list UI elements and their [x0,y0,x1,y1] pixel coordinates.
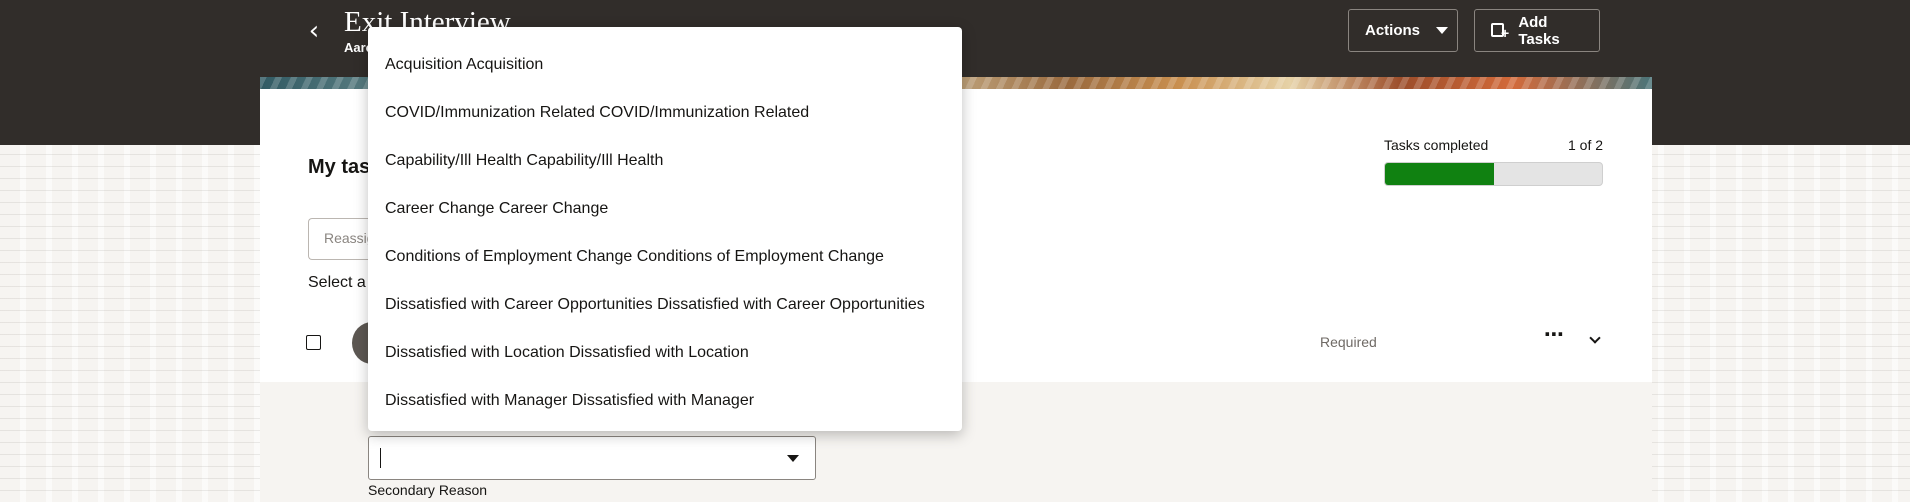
dropdown-option[interactable]: Career Change Career Change [368,185,962,233]
reason-dropdown-list: Acquisition Acquisition COVID/Immunizati… [368,27,962,431]
add-tasks-button[interactable]: + Add Tasks [1474,9,1600,52]
progress-fill [1385,163,1494,185]
section-title: My tas [308,156,371,178]
secondary-reason-label: Secondary Reason [368,482,488,498]
chevron-left-icon: ‹ [308,16,320,46]
dropdown-option[interactable]: Dissatisfied with Location Dissatisfied … [368,329,962,377]
task-checkbox[interactable] [306,335,321,350]
select-hint: Select a [308,274,366,291]
actions-button[interactable]: Actions [1348,9,1458,52]
add-tasks-label: Add Tasks [1518,13,1560,48]
progress-label: Tasks completed [1384,137,1489,153]
progress-bar [1384,162,1603,186]
dropdown-option[interactable]: Acquisition Acquisition [368,41,962,89]
chevron-down-icon[interactable] [1584,330,1608,354]
back-button[interactable]: ‹ [300,14,328,48]
text-cursor [380,448,381,468]
dropdown-arrow-icon[interactable] [787,455,799,462]
dropdown-option[interactable]: Conditions of Employment Change Conditio… [368,233,962,281]
dropdown-option[interactable]: Dissatisfied with Manager Dissatisfied w… [368,377,962,425]
more-options-button[interactable]: ⋯ [1542,324,1566,350]
dropdown-option[interactable]: Capability/Ill Health Capability/Ill Hea… [368,137,962,185]
status-label: Required [1320,334,1377,350]
progress-count: 1 of 2 [1568,137,1604,153]
dropdown-option[interactable]: COVID/Immunization Related COVID/Immuniz… [368,89,962,137]
caret-down-icon [1436,27,1449,34]
actions-label: Actions [1365,22,1421,39]
ellipsis-icon: ⋯ [1544,324,1564,346]
dropdown-option[interactable]: Dissatisfied with Career Opportunities D… [368,281,962,329]
secondary-reason-combobox[interactable] [368,436,816,480]
add-task-icon: + [1491,22,1509,40]
